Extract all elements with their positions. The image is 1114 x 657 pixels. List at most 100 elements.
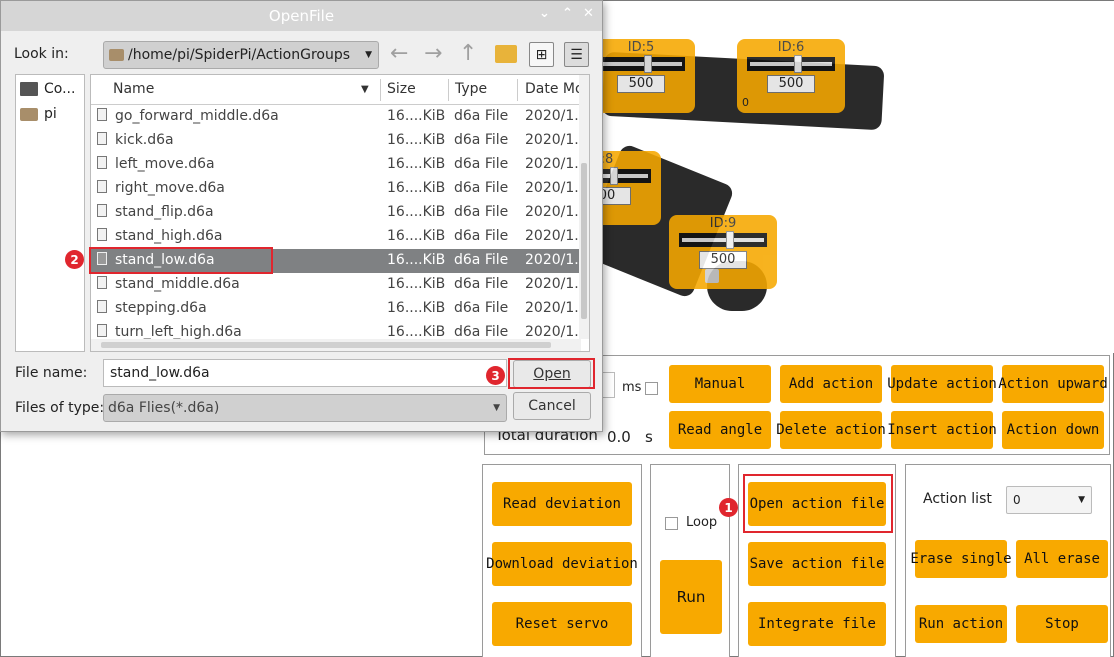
servo-slider[interactable]	[679, 231, 767, 249]
servo-knob[interactable]	[705, 269, 719, 283]
scroll-thumb[interactable]	[581, 163, 587, 319]
update-action-button[interactable]: Update action	[887, 365, 997, 403]
file-type: d6a File	[454, 300, 509, 316]
icon-view-icon[interactable]: ⊞	[529, 42, 554, 67]
column-size[interactable]: Size	[387, 81, 416, 97]
slider-handle[interactable]	[726, 231, 734, 249]
loop-checkbox[interactable]	[665, 517, 678, 530]
file-type: d6a File	[454, 252, 509, 268]
minimize-icon[interactable]: ⌄	[539, 6, 550, 21]
column-divider[interactable]	[448, 79, 449, 101]
servo-id: ID:6	[777, 40, 805, 55]
sidebar-item-computer[interactable]: Co...	[20, 81, 75, 97]
horizontal-scrollbar[interactable]	[91, 339, 581, 351]
manual-button[interactable]: Manual	[669, 365, 771, 403]
reset-servo-button[interactable]: Reset servo	[492, 602, 632, 646]
file-row[interactable]: stand_middle.d6a 16....KiB d6a File 2020/1.…	[91, 273, 588, 297]
scroll-thumb[interactable]	[101, 342, 551, 348]
time-input[interactable]	[601, 372, 615, 398]
delete-action-button[interactable]: Delete action	[776, 411, 886, 449]
servo-value[interactable]: 500	[699, 251, 747, 269]
ms-checkbox[interactable]	[645, 382, 658, 395]
deviation-panel: Read deviation Download deviation Reset …	[482, 464, 642, 657]
file-name: go_forward_middle.d6a	[115, 108, 279, 124]
file-size: 16....KiB	[387, 132, 446, 148]
chevron-down-icon: ▼	[365, 50, 372, 60]
up-arrow-icon[interactable]: ↑	[459, 41, 477, 66]
servo-min: 0	[742, 96, 749, 109]
look-in-path-select[interactable]: /home/pi/SpiderPi/ActionGroups ▼	[103, 41, 379, 69]
new-folder-icon[interactable]	[495, 45, 517, 63]
file-row[interactable]: stand_high.d6a 16....KiB d6a File 2020/1...	[91, 225, 588, 249]
file-size: 16....KiB	[387, 156, 446, 172]
file-name: kick.d6a	[115, 132, 174, 148]
read-deviation-button[interactable]: Read deviation	[492, 482, 632, 526]
slider-handle[interactable]	[794, 55, 802, 73]
sidebar-item-label: Co...	[44, 81, 76, 97]
all-erase-button[interactable]: All erase	[1016, 540, 1108, 578]
cancel-button[interactable]: Cancel	[513, 392, 591, 420]
files-of-type-select[interactable]: d6a Flies(*.d6a) ▼	[103, 394, 507, 422]
run-button[interactable]: Run	[660, 560, 722, 634]
integrate-file-button[interactable]: Integrate file	[748, 602, 886, 646]
file-name-field[interactable]: stand_low.d6a	[103, 359, 507, 387]
servo-card-6: ID:6 500 0	[737, 39, 845, 113]
column-divider[interactable]	[517, 79, 518, 101]
save-action-file-button[interactable]: Save action file	[748, 542, 886, 586]
places-sidebar: Co... pi	[15, 74, 85, 352]
column-type[interactable]: Type	[455, 81, 487, 97]
maximize-icon[interactable]: ⌃	[562, 6, 573, 21]
file-type: d6a File	[454, 108, 509, 124]
close-icon[interactable]: ✕	[583, 6, 594, 21]
column-divider[interactable]	[380, 79, 381, 101]
action-list-value: 0	[1013, 493, 1021, 507]
file-row[interactable]: left_move.d6a 16....KiB d6a File 2020/1...	[91, 153, 588, 177]
column-date[interactable]: Date Mo	[525, 81, 584, 97]
file-icon	[97, 324, 107, 337]
dialog-titlebar[interactable]: OpenFile ⌄ ⌃ ✕	[1, 1, 602, 31]
download-deviation-button[interactable]: Download deviation	[486, 542, 638, 586]
file-row[interactable]: right_move.d6a 16....KiB d6a File 2020/1...	[91, 177, 588, 201]
sidebar-item-pi[interactable]: pi	[20, 106, 57, 122]
action-down-button[interactable]: Action down	[1002, 411, 1104, 449]
file-name: right_move.d6a	[115, 180, 225, 196]
column-name[interactable]: Name	[113, 81, 154, 97]
file-icon	[97, 204, 107, 217]
servo-value[interactable]: 500	[617, 75, 665, 93]
back-arrow-icon[interactable]: ←	[390, 41, 408, 66]
total-duration-unit: s	[645, 428, 653, 446]
file-row[interactable]: stepping.d6a 16....KiB d6a File 2020/1...	[91, 297, 588, 321]
file-row[interactable]: kick.d6a 16....KiB d6a File 2020/1...	[91, 129, 588, 153]
action-upward-button[interactable]: Action upward	[998, 365, 1108, 403]
file-list-header: Name ▼ Size Type Date Mo	[91, 75, 589, 105]
file-rows: go_forward_middle.d6a 16....KiB d6a File 20…	[91, 105, 588, 345]
file-row[interactable]: go_forward_middle.d6a 16....KiB d6a File 20…	[91, 105, 588, 129]
forward-arrow-icon[interactable]: →	[424, 41, 442, 66]
file-type: d6a File	[454, 204, 509, 220]
vertical-scrollbar[interactable]	[579, 75, 589, 339]
slider-handle[interactable]	[610, 167, 618, 185]
file-size: 16....KiB	[387, 324, 446, 340]
servo-slider[interactable]	[597, 55, 685, 73]
add-action-button[interactable]: Add action	[780, 365, 882, 403]
file-icon	[97, 228, 107, 241]
file-type: d6a File	[454, 276, 509, 292]
folder-icon	[20, 107, 38, 121]
file-size: 16....KiB	[387, 300, 446, 316]
servo-value[interactable]: 500	[767, 75, 815, 93]
run-action-button[interactable]: Run action	[915, 605, 1007, 643]
read-angle-button[interactable]: Read angle	[669, 411, 771, 449]
detail-view-icon[interactable]: ☰	[564, 42, 589, 67]
file-size: 16....KiB	[387, 228, 446, 244]
computer-icon	[20, 82, 38, 96]
file-row[interactable]: stand_flip.d6a 16....KiB d6a File 2020/1...	[91, 201, 588, 225]
insert-action-button[interactable]: Insert action	[887, 411, 997, 449]
file-name: stand_flip.d6a	[115, 204, 214, 220]
file-type: d6a File	[454, 180, 509, 196]
erase-single-button[interactable]: Erase single	[910, 540, 1012, 578]
servo-slider[interactable]	[747, 55, 835, 73]
file-name-label: File name:	[15, 365, 88, 381]
stop-button[interactable]: Stop	[1016, 605, 1108, 643]
action-list-select[interactable]: 0 ▼	[1006, 486, 1092, 514]
slider-handle[interactable]	[644, 55, 652, 73]
